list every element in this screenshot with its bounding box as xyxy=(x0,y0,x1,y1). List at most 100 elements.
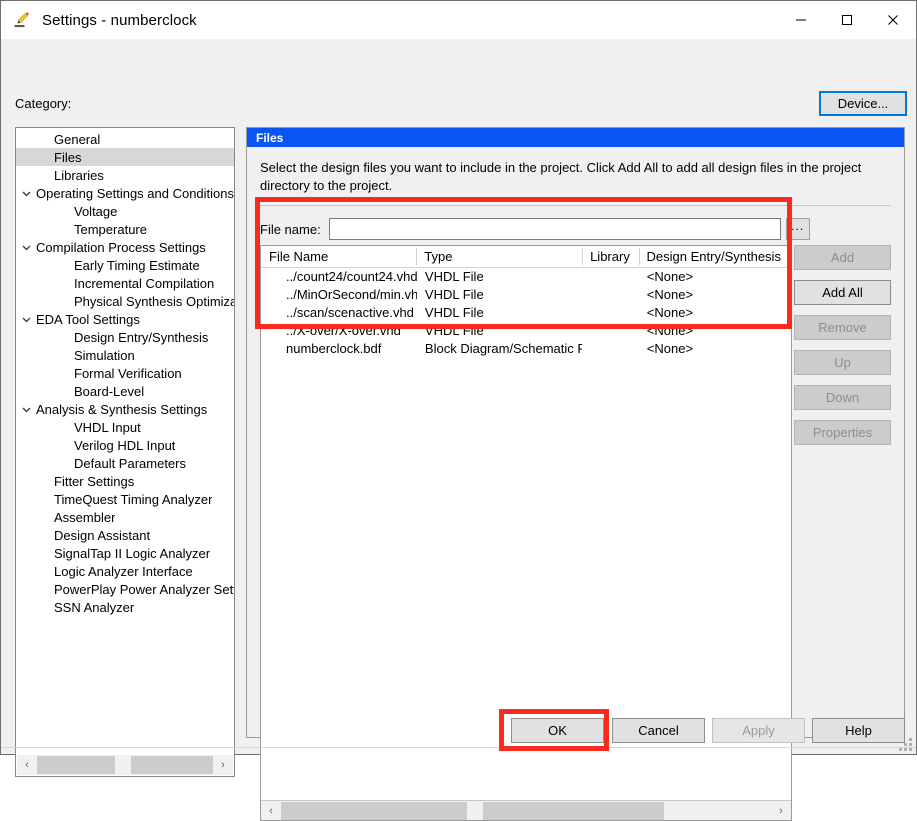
scrollbar-thumb[interactable] xyxy=(115,756,131,774)
resize-grip-icon[interactable] xyxy=(899,738,912,751)
category-tree-item-label: Default Parameters xyxy=(74,455,186,471)
category-tree-item[interactable]: Fitter Settings xyxy=(16,472,234,490)
remove-button[interactable]: Remove xyxy=(794,315,891,340)
files-panel-header: Files xyxy=(247,128,904,147)
category-tree-item-label: Incremental Compilation xyxy=(74,275,215,291)
chevron-down-icon[interactable] xyxy=(16,404,36,415)
category-tree-item-label: Logic Analyzer Interface xyxy=(54,563,193,579)
add-all-button[interactable]: Add All xyxy=(794,280,891,305)
scroll-right-icon[interactable]: › xyxy=(213,755,233,775)
category-tree-item[interactable]: VHDL Input xyxy=(16,418,234,436)
category-tree-item[interactable]: EDA Tool Settings xyxy=(16,310,234,328)
files-column-header[interactable]: Type xyxy=(416,246,582,267)
files-panel-description: Select the design files you want to incl… xyxy=(260,160,862,193)
category-tree-item[interactable]: Compilation Process Settings xyxy=(16,238,234,256)
file-name-label: File name: xyxy=(260,221,321,237)
files-cell-name: numberclock.bdf xyxy=(286,341,382,356)
chevron-down-icon[interactable] xyxy=(16,314,36,325)
files-table-row[interactable]: ../X-over/X-over.vhd VHDL File <None> xyxy=(261,322,791,340)
close-button[interactable] xyxy=(870,1,916,39)
files-table-row[interactable]: ../MinOrSecond/min.vhd VHDL File <None> xyxy=(261,286,791,304)
apply-button[interactable]: Apply xyxy=(712,718,805,743)
category-tree-item[interactable]: Design Entry/Synthesis xyxy=(16,328,234,346)
pencil-settings-icon xyxy=(12,10,32,30)
category-tree-hscrollbar[interactable]: ‹ › xyxy=(17,755,233,775)
files-cell-design-entry: <None> xyxy=(646,287,694,302)
help-button[interactable]: Help xyxy=(812,718,905,743)
files-action-buttons: Add Add All Remove Up Down Properties xyxy=(794,245,891,445)
files-column-header[interactable]: Design Entry/Synthesis xyxy=(638,246,791,267)
category-tree-item[interactable]: SSN Analyzer xyxy=(16,598,234,616)
category-tree-item[interactable]: TimeQuest Timing Analyzer xyxy=(16,490,234,508)
scroll-left-icon[interactable]: ‹ xyxy=(17,755,37,775)
category-tree-item[interactable]: Early Timing Estimate xyxy=(16,256,234,274)
files-table-row[interactable]: numberclock.bdf Block Diagram/Schematic F… xyxy=(261,340,791,358)
category-tree-item[interactable]: Logic Analyzer Interface xyxy=(16,562,234,580)
category-tree-item[interactable]: Temperature xyxy=(16,220,234,238)
files-cell-type: VHDL File xyxy=(424,287,484,302)
category-tree-item[interactable]: Libraries xyxy=(16,166,234,184)
files-table-row[interactable]: ../scan/scenactive.vhd VHDL File <None> xyxy=(261,304,791,322)
category-tree-item[interactable]: PowerPlay Power Analyzer Settings xyxy=(16,580,234,598)
category-tree-item[interactable]: Assembler xyxy=(16,508,234,526)
files-table-row[interactable]: ../count24/count24.vhd VHDL File <None> xyxy=(261,268,791,286)
add-button[interactable]: Add xyxy=(794,245,891,270)
category-tree-item[interactable]: Voltage xyxy=(16,202,234,220)
category-tree-item[interactable]: Verilog HDL Input xyxy=(16,436,234,454)
files-scrollbar-thumb[interactable] xyxy=(467,801,483,820)
category-tree-item[interactable]: Simulation xyxy=(16,346,234,364)
files-scroll-right-icon[interactable]: › xyxy=(771,801,791,821)
files-cell-design-entry: <None> xyxy=(646,341,694,356)
category-tree-item[interactable]: Default Parameters xyxy=(16,454,234,472)
files-cell-library xyxy=(582,304,638,322)
chevron-down-icon[interactable] xyxy=(16,242,36,253)
files-scroll-left-icon[interactable]: ‹ xyxy=(261,801,281,821)
category-tree-item[interactable]: Design Assistant xyxy=(16,526,234,544)
category-tree-item[interactable]: Operating Settings and Conditions xyxy=(16,184,234,202)
category-tree-item-label: Board-Level xyxy=(74,383,145,399)
files-column-header[interactable]: File Name xyxy=(261,246,416,267)
up-button[interactable]: Up xyxy=(794,350,891,375)
scrollbar-track[interactable] xyxy=(37,755,213,775)
down-button[interactable]: Down xyxy=(794,385,891,410)
files-scrollbar-track[interactable] xyxy=(281,800,771,820)
category-tree-item-label: Verilog HDL Input xyxy=(74,437,176,453)
device-button[interactable]: Device... xyxy=(819,91,907,116)
settings-dialog-window: Settings - numberclock Category: Device.… xyxy=(0,0,917,821)
files-hscrollbar[interactable]: ‹ › xyxy=(261,800,791,820)
category-tree-item-label: Early Timing Estimate xyxy=(74,257,200,273)
category-tree-item-label: Fitter Settings xyxy=(54,473,135,489)
browse-button[interactable]: ... xyxy=(785,218,810,240)
category-tree-item[interactable]: Analysis & Synthesis Settings xyxy=(16,400,234,418)
category-tree-item-label: Simulation xyxy=(74,347,135,363)
category-tree-item[interactable]: SignalTap II Logic Analyzer xyxy=(16,544,234,562)
files-cell-design-entry: <None> xyxy=(646,305,694,320)
files-cell-library xyxy=(582,322,638,340)
category-tree-item-label: EDA Tool Settings xyxy=(36,311,140,327)
files-panel: Files Select the design files you want t… xyxy=(246,127,905,821)
category-tree-item[interactable]: General xyxy=(16,130,234,148)
ok-button[interactable]: OK xyxy=(511,718,604,743)
window-controls xyxy=(778,1,916,39)
maximize-button[interactable] xyxy=(824,1,870,39)
files-table-body: ../count24/count24.vhd VHDL File <None> ../… xyxy=(261,268,791,358)
files-cell-design-entry: <None> xyxy=(646,323,694,338)
category-tree[interactable]: General Files Libraries Operating Settings … xyxy=(15,127,235,777)
category-tree-item[interactable]: Board-Level xyxy=(16,382,234,400)
files-column-header[interactable]: Library xyxy=(582,246,638,267)
category-tree-item[interactable]: Physical Synthesis Optimization xyxy=(16,292,234,310)
category-tree-item[interactable]: Incremental Compilation xyxy=(16,274,234,292)
category-tree-item-label: Temperature xyxy=(74,221,147,237)
files-cell-type: VHDL File xyxy=(424,269,484,284)
category-tree-item-label: General xyxy=(54,131,101,147)
file-name-input[interactable] xyxy=(328,218,781,240)
category-tree-item-label: Physical Synthesis Optimization xyxy=(74,293,234,309)
chevron-down-icon[interactable] xyxy=(16,188,36,199)
cancel-button[interactable]: Cancel xyxy=(612,718,705,743)
files-cell-name: ../MinOrSecond/min.vhd xyxy=(286,287,417,302)
category-tree-item[interactable]: Files xyxy=(16,148,234,166)
category-tree-item[interactable]: Formal Verification xyxy=(16,364,234,382)
properties-button[interactable]: Properties xyxy=(794,420,891,445)
minimize-button[interactable] xyxy=(778,1,824,39)
files-cell-name: ../X-over/X-over.vhd xyxy=(286,323,401,338)
